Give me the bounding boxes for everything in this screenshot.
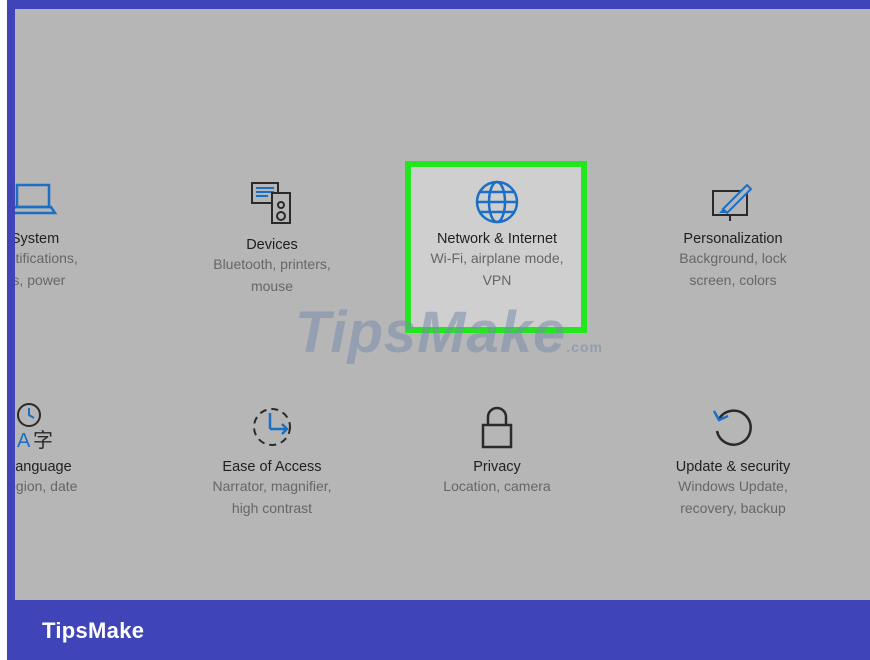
footer-brand: TipsMake (42, 618, 145, 643)
laptop-icon (15, 183, 58, 215)
left-border (7, 9, 15, 600)
tile-devices[interactable]: Devices Bluetooth, printers, mouse (182, 179, 362, 297)
footer-bar: TipsMake (7, 600, 870, 660)
tile-title: Devices (246, 237, 298, 253)
tile-ease-of-access[interactable]: Ease of Access Narrator, magnifier, high… (182, 401, 362, 519)
time-language-icon: A 字 (17, 403, 53, 452)
watermark: TipsMake.com (295, 299, 603, 366)
tile-desc-line1: Windows Update, (678, 478, 788, 494)
watermark-suffix: .com (566, 339, 603, 355)
tile-desc-line1: i, region, date (15, 478, 78, 494)
tile-title: Update & security (675, 459, 791, 475)
tile-desc-line2: recovery, backup (680, 500, 786, 516)
tile-title: System (15, 231, 60, 247)
tile-desc-line2: VPN (482, 272, 512, 288)
tile-title: Privacy (473, 459, 521, 475)
watermark-text: TipsMake (295, 300, 567, 365)
tile-desc-line1: Location, camera (443, 478, 551, 494)
tile-desc-line1: , notifications, (15, 250, 78, 266)
tile-system[interactable]: System , notifications, ps, power (15, 179, 125, 291)
lock-icon (481, 406, 513, 449)
svg-text:A: A (17, 430, 31, 452)
globe-icon (475, 180, 519, 224)
tile-personalization[interactable]: Personalization Background, lock screen,… (643, 179, 823, 291)
tile-network[interactable]: Network & Internet Wi-Fi, airplane mode,… (407, 179, 587, 291)
devices-icon (251, 182, 291, 224)
tile-desc-line1: Narrator, magnifier, (212, 478, 332, 494)
tile-desc-line2: mouse (250, 278, 294, 294)
tile-title: & language (15, 459, 72, 475)
top-border (7, 0, 870, 9)
tile-title: Network & Internet (436, 231, 558, 247)
ease-of-access-icon (253, 408, 291, 446)
personalization-icon (712, 183, 753, 221)
tile-desc-line2: ps, power (15, 272, 66, 288)
update-icon (712, 409, 752, 446)
tile-time-language[interactable]: A 字 & language i, region, date (15, 401, 125, 497)
tile-desc-line1: Bluetooth, printers, (213, 256, 331, 272)
tile-desc-line1: Background, lock (679, 250, 787, 266)
tile-title: Ease of Access (222, 459, 322, 475)
tile-title: Personalization (683, 231, 783, 247)
tile-desc-line2: screen, colors (689, 272, 777, 288)
settings-panel: System , notifications, ps, power Device… (15, 9, 870, 600)
svg-text:字: 字 (33, 428, 53, 452)
tile-update-security[interactable]: Update & security Windows Update, recove… (643, 401, 823, 519)
tile-desc-line2: high contrast (231, 500, 313, 516)
tile-desc-line1: Wi-Fi, airplane mode, (430, 250, 564, 266)
tile-privacy[interactable]: Privacy Location, camera (407, 401, 587, 497)
screenshot-frame: System , notifications, ps, power Device… (0, 0, 870, 660)
